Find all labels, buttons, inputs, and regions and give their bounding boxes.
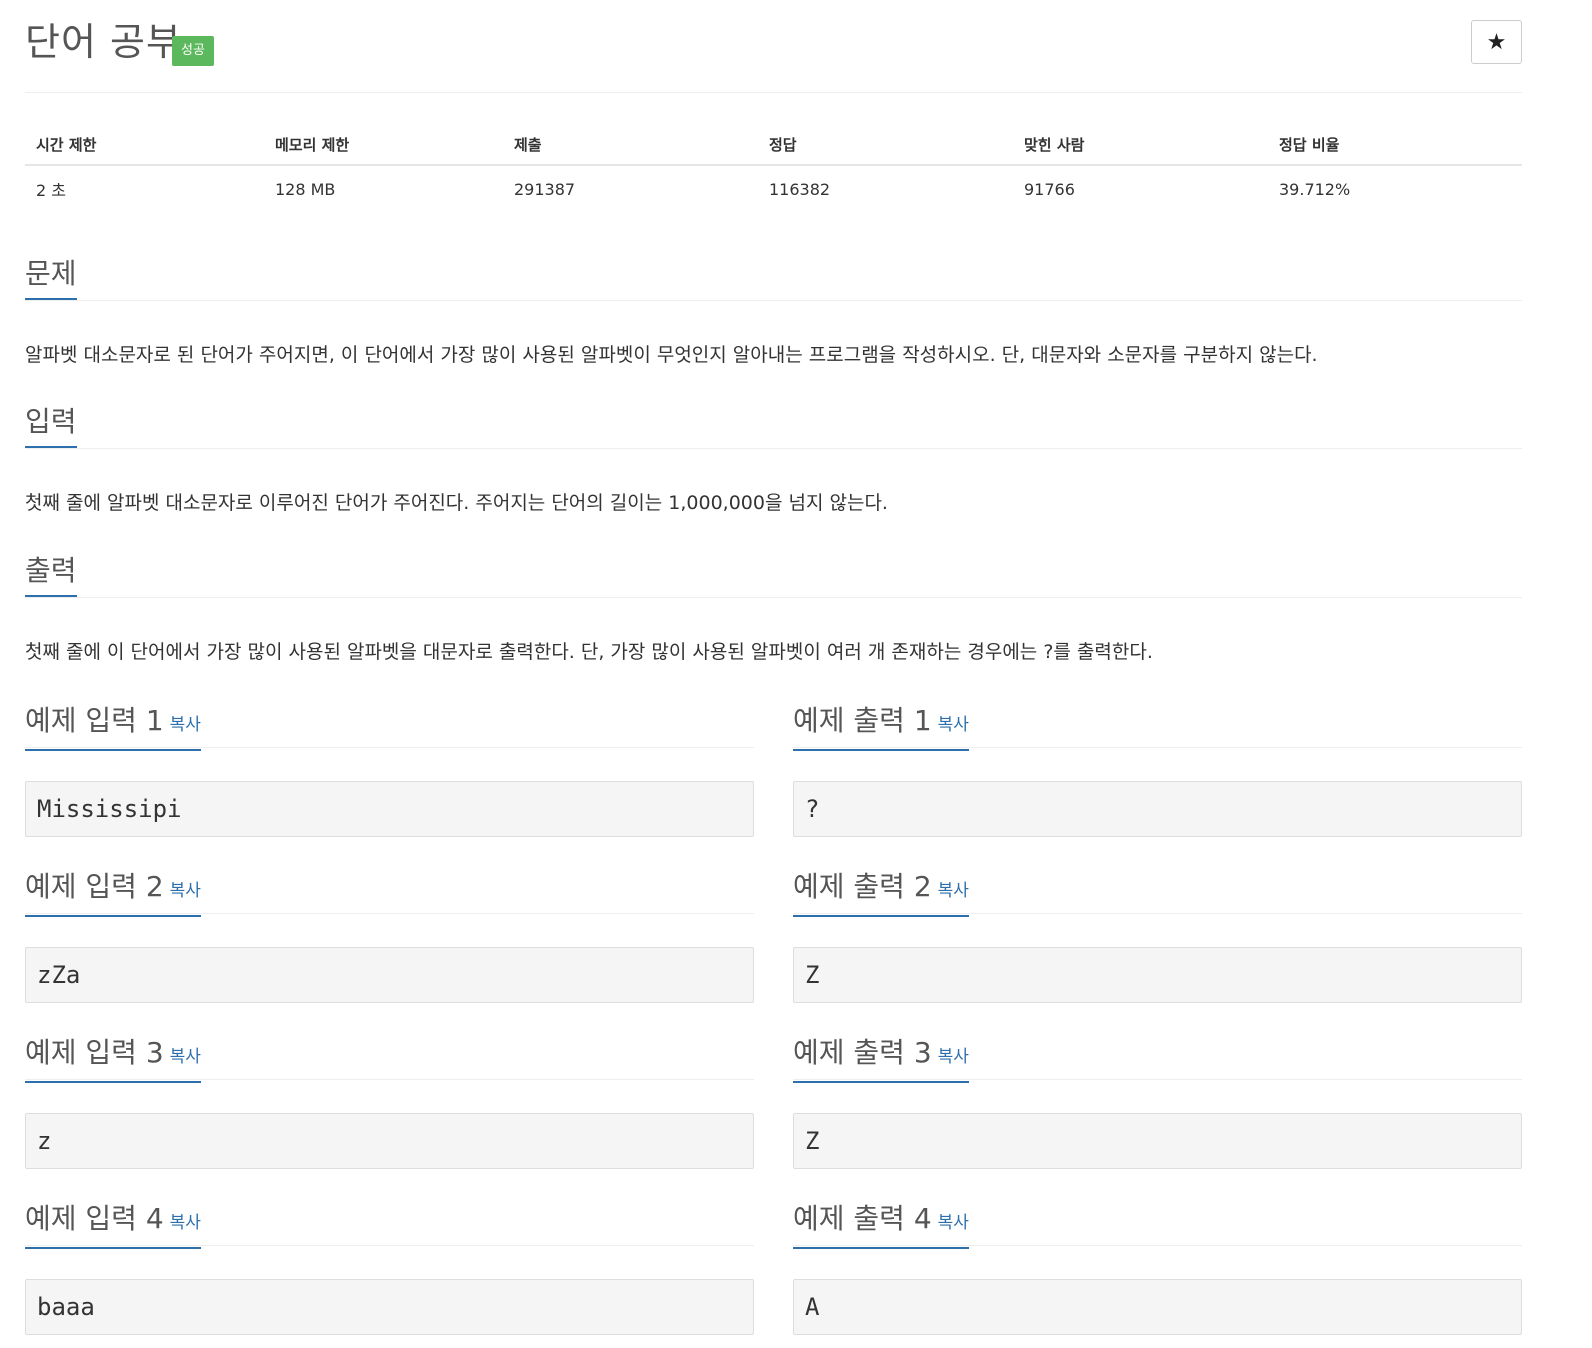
sample-input-box: z — [25, 1113, 754, 1169]
status-badge: 성공 — [172, 36, 214, 66]
stats-header-memory-limit: 메모리 제한 — [264, 124, 503, 166]
sample-output-box: Z — [793, 947, 1522, 1003]
section-text: 첫째 줄에 알파벳 대소문자로 이루어진 단어가 주어진다. 주어지는 단어의 … — [25, 492, 888, 514]
sample-title: 예제 출력 2 복사 — [793, 867, 969, 917]
sample-title: 예제 입력 1 복사 — [25, 701, 201, 751]
problem-header: 단어 공부 성공 ★ — [25, 0, 1522, 93]
copy-link[interactable]: 복사 — [938, 881, 969, 901]
sample-title: 예제 출력 3 복사 — [793, 1033, 969, 1083]
problem-stats-table: 시간 제한 메모리 제한 제출 정답 맞힌 사람 정답 비율 2 초 128 M… — [25, 124, 1522, 212]
copy-link[interactable]: 복사 — [938, 1213, 969, 1233]
sample-head: 예제 출력 4 복사 — [793, 1199, 1522, 1249]
stats-value-row: 2 초 128 MB 291387 116382 91766 39.712% — [25, 165, 1522, 212]
sample-output-1: 예제 출력 1 복사 ? — [793, 701, 1522, 837]
stats-header-submissions: 제출 — [503, 124, 758, 166]
sample-output-box: A — [793, 1279, 1522, 1335]
sample-input-box: baaa — [25, 1279, 754, 1335]
section-output: 출력 첫째 줄에 이 단어에서 가장 많이 사용된 알파벳을 대문자로 출력한다… — [25, 551, 1522, 663]
sample-input-box: Mississipi — [25, 781, 754, 837]
sample-output-box: Z — [793, 1113, 1522, 1169]
sample-input-3: 예제 입력 3 복사 z — [25, 1033, 754, 1169]
sample-head: 예제 입력 3 복사 — [25, 1033, 754, 1083]
section-title: 문제 — [25, 254, 77, 300]
stats-time-limit: 2 초 — [36, 181, 66, 200]
section-head: 입력 — [25, 402, 1522, 449]
section-input: 입력 첫째 줄에 알파벳 대소문자로 이루어진 단어가 주어진다. 주어지는 단… — [25, 402, 1522, 514]
copy-link[interactable]: 복사 — [170, 1047, 201, 1067]
sample-input-box: zZa — [25, 947, 754, 1003]
problem-title: 단어 공부 — [25, 20, 182, 64]
sample-head: 예제 입력 4 복사 — [25, 1199, 754, 1249]
stats-submissions: 291387 — [514, 179, 576, 199]
copy-link[interactable]: 복사 — [170, 1213, 201, 1233]
copy-link[interactable]: 복사 — [170, 715, 201, 735]
stats-accepted: 116382 — [769, 179, 831, 199]
problem-page: 단어 공부 성공 ★ 시간 제한 메모리 제한 제출 정답 맞힌 사람 정답 비… — [25, 0, 1522, 1335]
stats-header-accepted: 정답 — [758, 124, 1013, 166]
sample-title: 예제 입력 3 복사 — [25, 1033, 201, 1083]
copy-link[interactable]: 복사 — [938, 1047, 969, 1067]
sample-output-box: ? — [793, 781, 1522, 837]
sample-input-2: 예제 입력 2 복사 zZa — [25, 867, 754, 1003]
stats-solved-users: 91766 — [1024, 179, 1075, 199]
sample-title: 예제 입력 2 복사 — [25, 867, 201, 917]
sample-input-4: 예제 입력 4 복사 baaa — [25, 1199, 754, 1335]
stats-ratio: 39.712% — [1279, 179, 1351, 199]
sample-title: 예제 입력 4 복사 — [25, 1199, 201, 1249]
sample-title: 예제 출력 4 복사 — [793, 1199, 969, 1249]
sample-head: 예제 출력 1 복사 — [793, 701, 1522, 751]
sample-output-2: 예제 출력 2 복사 Z — [793, 867, 1522, 1003]
sample-head: 예제 입력 1 복사 — [25, 701, 754, 751]
section-title: 출력 — [25, 551, 77, 597]
section-title: 입력 — [25, 402, 77, 448]
sample-output-3: 예제 출력 3 복사 Z — [793, 1033, 1522, 1169]
sample-head: 예제 출력 2 복사 — [793, 867, 1522, 917]
section-problem: 문제 알파벳 대소문자로 된 단어가 주어지면, 이 단어에서 가장 많이 사용… — [25, 254, 1522, 366]
sample-output-4: 예제 출력 4 복사 A — [793, 1199, 1522, 1335]
sample-input-1: 예제 입력 1 복사 Mississipi — [25, 701, 754, 837]
sample-head: 예제 입력 2 복사 — [25, 867, 754, 917]
stats-header-solved-users: 맞힌 사람 — [1013, 124, 1268, 166]
section-text: 알파벳 대소문자로 된 단어가 주어지면, 이 단어에서 가장 많이 사용된 알… — [25, 344, 1318, 366]
sample-title: 예제 출력 1 복사 — [793, 701, 969, 751]
stats-header-time-limit: 시간 제한 — [25, 124, 264, 166]
section-head: 출력 — [25, 551, 1522, 598]
stats-header-ratio: 정답 비율 — [1268, 124, 1522, 166]
star-button[interactable]: ★ — [1471, 20, 1522, 64]
section-text: 첫째 줄에 이 단어에서 가장 많이 사용된 알파벳을 대문자로 출력한다. 단… — [25, 641, 1153, 663]
stats-memory-limit: 128 MB — [275, 179, 336, 199]
copy-link[interactable]: 복사 — [938, 715, 969, 735]
stats-header-row: 시간 제한 메모리 제한 제출 정답 맞힌 사람 정답 비율 — [25, 124, 1522, 166]
sample-head: 예제 출력 3 복사 — [793, 1033, 1522, 1083]
section-head: 문제 — [25, 254, 1522, 301]
copy-link[interactable]: 복사 — [170, 881, 201, 901]
star-icon: ★ — [1486, 30, 1507, 55]
